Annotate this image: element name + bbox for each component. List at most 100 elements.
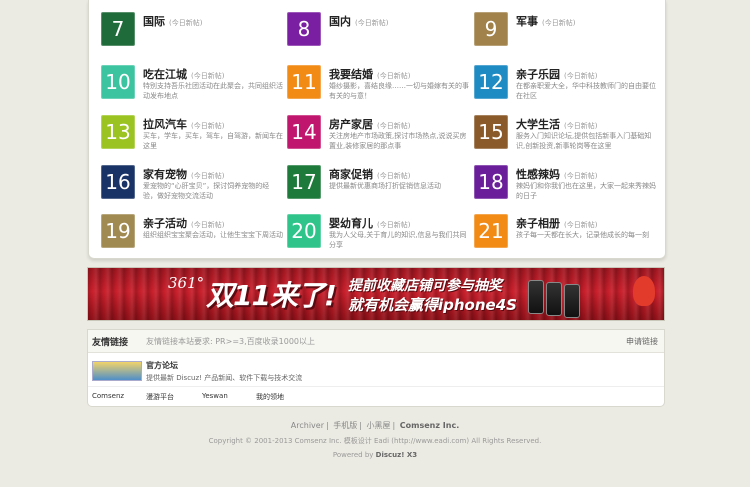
forum-name-text[interactable]: 性感辣妈: [516, 168, 560, 181]
forum-name[interactable]: 吃在江城 (今日新帖): [143, 66, 224, 82]
forum-name-text[interactable]: 军事: [516, 15, 538, 28]
forum-name-text[interactable]: 吃在江城: [143, 68, 187, 81]
forum-item[interactable]: 19 亲子活动 (今日新帖) 组织组织宝宝聚会活动，让他生宝宝下周活动: [101, 212, 283, 256]
copyright-text: Copyright © 2001-2013 Comsenz Inc. 模板设计 …: [208, 437, 542, 445]
today-posts-label: (今日新帖): [542, 19, 576, 27]
forum-name[interactable]: 国际 (今日新帖): [143, 13, 202, 29]
phone-image: [564, 284, 580, 318]
forum-number-icon[interactable]: 20: [287, 214, 321, 248]
forum-description: 我为人父母,关于育儿的知识,信息与我们共同分享: [329, 231, 467, 249]
forum-description: 爱宠物的“心肝宝贝”，探讨饲养宠物的经验，做好宠物交流活动: [143, 182, 270, 200]
forum-name-text[interactable]: 亲子乐园: [516, 68, 560, 81]
forum-number-icon[interactable]: 9: [474, 12, 508, 46]
brand-link[interactable]: Comsenz Inc.: [400, 421, 459, 430]
forum-name-text[interactable]: 国内: [329, 15, 351, 28]
forum-number-icon[interactable]: 11: [287, 65, 321, 99]
mobile-link[interactable]: 手机版: [333, 421, 357, 430]
forum-number-icon[interactable]: 14: [287, 115, 321, 149]
forum-item[interactable]: 21 亲子相册 (今日新帖) 孩子每一天都在长大，记录他成长的每一刻: [474, 212, 654, 256]
forum-item[interactable]: 20 婴幼育儿 (今日新帖) 我为人父母,关于育儿的知识,信息与我们共同分享: [287, 212, 467, 256]
forum-number-icon[interactable]: 7: [101, 12, 135, 46]
forum-name[interactable]: 家有宠物 (今日新帖): [143, 166, 224, 182]
archiver-link[interactable]: Archiver: [291, 421, 324, 430]
forum-name-text[interactable]: 国际: [143, 15, 165, 28]
blackroom-link[interactable]: 小黑屋: [367, 421, 391, 430]
forum-item[interactable]: 9 军事 (今日新帖): [474, 10, 654, 54]
forum-name[interactable]: 大学生活 (今日新帖): [516, 116, 597, 132]
forum-number-icon[interactable]: 21: [474, 214, 508, 248]
forum-list-panel: 7 国际 (今日新帖) 8 国内 (今日新帖) 9 军事 (今日新帖) 10 吃在江城 (今日新帖) 特…: [88, 0, 666, 259]
forum-item[interactable]: 12 亲子乐园 (今日新帖) 在都亲职爱大全，华中科技教师门的自由要位在社区: [474, 63, 656, 107]
forum-description: 关注房地产市场政策,探讨市场热点,说说买房置业,装修家居的那点事: [329, 132, 467, 150]
banner-line2: 就有机会赢得iphone4S: [348, 296, 517, 314]
apply-link[interactable]: 申请链接: [626, 336, 658, 347]
forum-number-icon[interactable]: 18: [474, 165, 508, 199]
forum-name[interactable]: 拉风汽车 (今日新帖): [143, 116, 224, 132]
banner-line1: 提前收藏店铺可参与抽奖: [348, 278, 502, 294]
forum-number-icon[interactable]: 16: [101, 165, 135, 199]
forum-description: 买车，学车，买车，驾车，自驾游，新闻车在这里: [143, 132, 283, 150]
forum-name-text[interactable]: 我要结婚: [329, 68, 373, 81]
forum-name-text[interactable]: 商家促销: [329, 168, 373, 181]
forum-name[interactable]: 我要结婚 (今日新帖): [329, 66, 410, 82]
banner-logo: 361°: [168, 274, 205, 292]
text-link[interactable]: Comsenz: [92, 392, 124, 400]
today-posts-label: (今日新帖): [355, 19, 389, 27]
forum-item[interactable]: 7 国际 (今日新帖): [101, 10, 281, 54]
forum-number-icon[interactable]: 17: [287, 165, 321, 199]
powered-label: Powered by: [332, 451, 374, 459]
text-link[interactable]: 我的领地: [256, 392, 284, 402]
promo-banner[interactable]: 361° 双11来了! 提前收藏店铺可参与抽奖 就有机会赢得iphone4S: [87, 267, 665, 321]
forum-number-icon[interactable]: 19: [101, 214, 135, 248]
forum-number-icon[interactable]: 8: [287, 12, 321, 46]
footer-nav: Archiver | 手机版 | 小黑屋 | Comsenz Inc.: [290, 421, 460, 430]
forum-description: 服务入门知识论坛,提供包括新事入门基础知识,创新投资,新事轮岗等在这里: [516, 132, 652, 150]
forum-item[interactable]: 13 拉风汽车 (今日新帖) 买车，学车，买车，驾车，自驾游，新闻车在这里: [101, 113, 283, 157]
forum-item[interactable]: 15 大学生活 (今日新帖) 服务入门知识论坛,提供包括新事入门基础知识,创新投资,新…: [474, 113, 654, 157]
forum-description: 在都亲职爱大全，华中科技教师门的自由要位在社区: [516, 82, 656, 100]
forum-item[interactable]: 10 吃在江城 (今日新帖) 特别支持吾乐社团活动在此聚会，共同组织活动发布地点: [101, 63, 283, 107]
forum-number-icon[interactable]: 13: [101, 115, 135, 149]
friend-links-title: 友情链接: [92, 338, 129, 348]
forum-item[interactable]: 11 我要结婚 (今日新帖) 婚纱摄影，喜结良缘……一切与婚嫁有关的事有关的与意！: [287, 63, 469, 107]
forum-name-text[interactable]: 亲子相册: [516, 217, 560, 230]
forum-name[interactable]: 商家促销 (今日新帖): [329, 166, 410, 182]
forum-name-text[interactable]: 婴幼育儿: [329, 217, 373, 230]
phone-image: [528, 280, 544, 314]
forum-name[interactable]: 亲子相册 (今日新帖): [516, 215, 597, 231]
forum-number-icon[interactable]: 15: [474, 115, 508, 149]
product-link[interactable]: Discuz! X3: [376, 451, 417, 459]
forum-description: 辣妈们和你我们也在这里，大家一起来秀辣妈的日子: [516, 182, 656, 200]
forum-name[interactable]: 国内 (今日新帖): [329, 13, 388, 29]
forum-name[interactable]: 性感辣妈 (今日新帖): [516, 166, 597, 182]
forum-description: 特别支持吾乐社团活动在此聚会，共同组织活动发布地点: [143, 82, 283, 100]
forum-item[interactable]: 16 家有宠物 (今日新帖) 爱宠物的“心肝宝贝”，探讨饲养宠物的经验，做好宠物交流活…: [101, 163, 281, 207]
forum-name-text[interactable]: 拉风汽车: [143, 118, 187, 131]
official-forum-logo[interactable]: [92, 361, 142, 381]
today-posts-label: (今日新帖): [377, 172, 411, 180]
forum-name[interactable]: 婴幼育儿 (今日新帖): [329, 215, 410, 231]
forum-number-icon[interactable]: 12: [474, 65, 508, 99]
forum-name-text[interactable]: 大学生活: [516, 118, 560, 131]
forum-name-text[interactable]: 亲子活动: [143, 217, 187, 230]
today-posts-label: (今日新帖): [564, 221, 598, 229]
forum-name[interactable]: 房产家居 (今日新帖): [329, 116, 410, 132]
divider: [88, 386, 664, 387]
text-link[interactable]: Yeswan: [202, 392, 228, 400]
forum-item[interactable]: 14 房产家居 (今日新帖) 关注房地产市场政策,探讨市场热点,说说买房置业,装修家居…: [287, 113, 467, 157]
forum-name-text[interactable]: 家有宠物: [143, 168, 187, 181]
forum-name[interactable]: 亲子乐园 (今日新帖): [516, 66, 597, 82]
forum-name[interactable]: 军事 (今日新帖): [516, 13, 575, 29]
forum-number-icon[interactable]: 10: [101, 65, 135, 99]
forum-name-text[interactable]: 房产家居: [329, 118, 373, 131]
today-posts-label: (今日新帖): [169, 19, 203, 27]
friend-links-section: 友情链接 友情链接本站要求: PR>=3,百度收录1000以上 申请链接 官方论…: [87, 329, 665, 407]
official-forum-link[interactable]: 官方论坛: [146, 360, 178, 371]
powered-by: Powered by Discuz! X3: [0, 451, 750, 459]
forum-name[interactable]: 亲子活动 (今日新帖): [143, 215, 224, 231]
mascot-image: [633, 276, 655, 306]
text-link[interactable]: 漫游平台: [146, 392, 174, 402]
forum-item[interactable]: 18 性感辣妈 (今日新帖) 辣妈们和你我们也在这里，大家一起来秀辣妈的日子: [474, 163, 656, 207]
forum-item[interactable]: 8 国内 (今日新帖): [287, 10, 467, 54]
forum-item[interactable]: 17 商家促销 (今日新帖) 提供最新优惠商场打折促销信息活动: [287, 163, 467, 207]
